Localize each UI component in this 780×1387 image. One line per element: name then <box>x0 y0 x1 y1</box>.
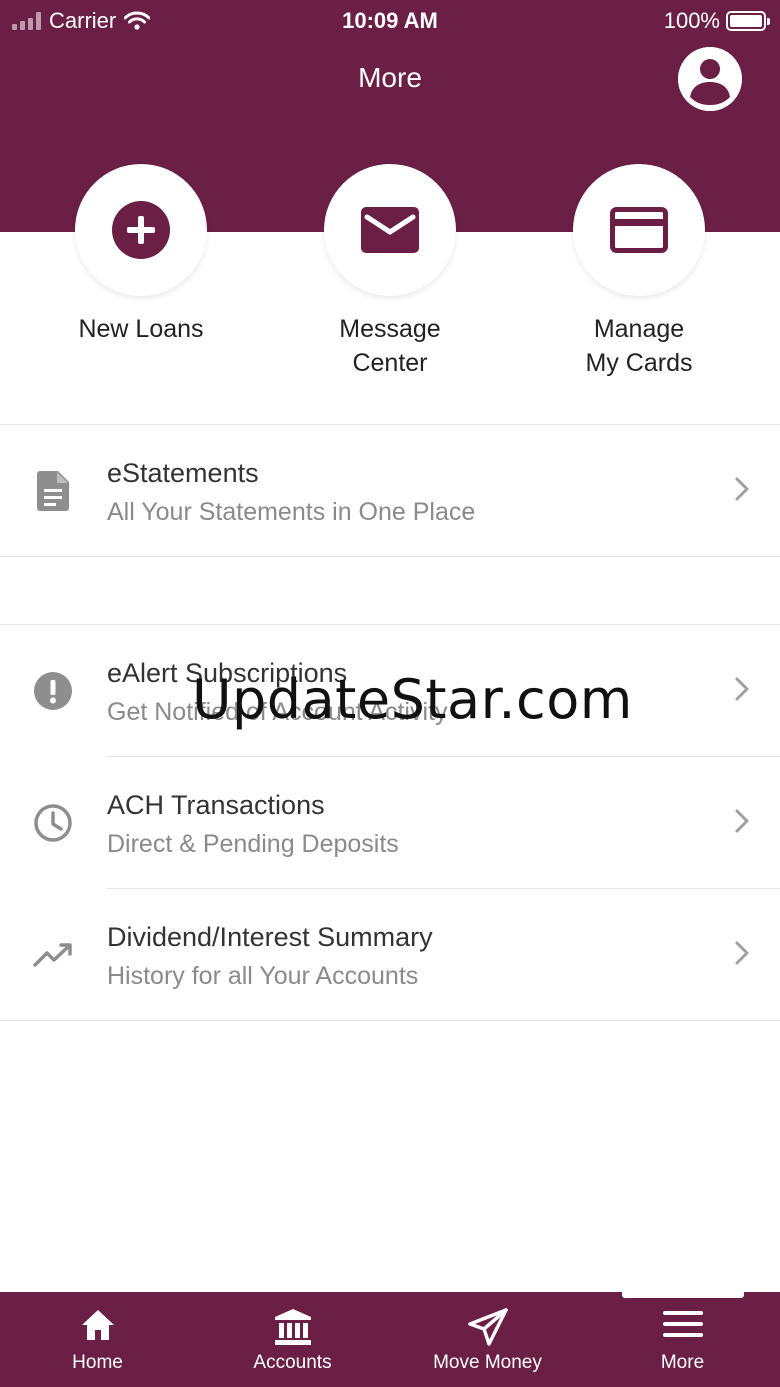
tab-more[interactable]: More <box>585 1292 780 1387</box>
plus-circle-icon <box>112 201 170 259</box>
battery-percent: 100% <box>663 8 720 33</box>
selected-tab-indicator <box>622 1292 744 1298</box>
tab-bar: Home Accounts Move Money More <box>0 1292 780 1387</box>
tab-label: Accounts <box>253 1352 332 1373</box>
trending-up-icon <box>33 943 72 967</box>
divider <box>0 556 780 557</box>
chevron-right-icon <box>735 677 749 701</box>
send-icon <box>467 1308 508 1346</box>
chevron-right-icon <box>735 941 749 965</box>
home-icon <box>81 1310 114 1340</box>
message-center-label: Message Center <box>339 315 441 377</box>
chevron-right-icon <box>735 477 749 501</box>
tab-label: More <box>660 1352 705 1373</box>
menu-group-statements: eStatements All Your Statements in One P… <box>0 424 780 557</box>
watermark: UpdateStar.com <box>192 668 633 731</box>
clock-icon <box>34 804 72 842</box>
menu-item-ach-transactions[interactable]: ACH Transactions Direct & Pending Deposi… <box>0 757 780 888</box>
tab-home[interactable]: Home <box>0 1292 195 1387</box>
battery-icon <box>726 11 770 31</box>
envelope-icon <box>361 207 419 253</box>
chevron-right-icon <box>735 809 749 833</box>
divider <box>0 1020 780 1021</box>
profile-button[interactable] <box>678 47 742 111</box>
menu-icon <box>662 1311 703 1337</box>
manage-cards-label: Manage My Cards <box>585 315 693 377</box>
menu-item-dividend-interest-summary[interactable]: Dividend/Interest Summary History for al… <box>0 889 780 1020</box>
status-bar: Carrier 10:09 AM 100% <box>0 0 780 40</box>
tab-label: Move Money <box>433 1352 542 1373</box>
quick-action-new-loans[interactable]: New Loans <box>21 164 261 346</box>
profile-icon <box>678 47 742 111</box>
menu-item-title: Dividend/Interest Summary <box>107 922 433 952</box>
message-center-button[interactable] <box>324 164 456 296</box>
alert-icon <box>34 672 72 710</box>
menu-item-estatements[interactable]: eStatements All Your Statements in One P… <box>0 425 780 556</box>
quick-action-manage-cards[interactable]: Manage My Cards <box>519 164 759 380</box>
menu-item-title: ACH Transactions <box>107 790 325 820</box>
menu-item-title: eStatements <box>107 458 259 488</box>
new-loans-button[interactable] <box>75 164 207 296</box>
tab-move-money[interactable]: Move Money <box>390 1292 585 1387</box>
new-loans-label: New Loans <box>78 315 204 343</box>
menu-item-subtitle: Direct & Pending Deposits <box>107 830 399 858</box>
manage-cards-button[interactable] <box>573 164 705 296</box>
menu-item-subtitle: History for all Your Accounts <box>107 962 419 990</box>
menu-item-subtitle: All Your Statements in One Place <box>107 498 476 526</box>
tab-label: Home <box>72 1352 123 1373</box>
page-title: More <box>358 62 422 93</box>
bank-icon <box>274 1309 311 1345</box>
document-icon <box>37 471 69 511</box>
quick-action-message-center[interactable]: Message Center <box>270 164 510 380</box>
tab-accounts[interactable]: Accounts <box>195 1292 390 1387</box>
credit-card-icon <box>610 207 668 253</box>
